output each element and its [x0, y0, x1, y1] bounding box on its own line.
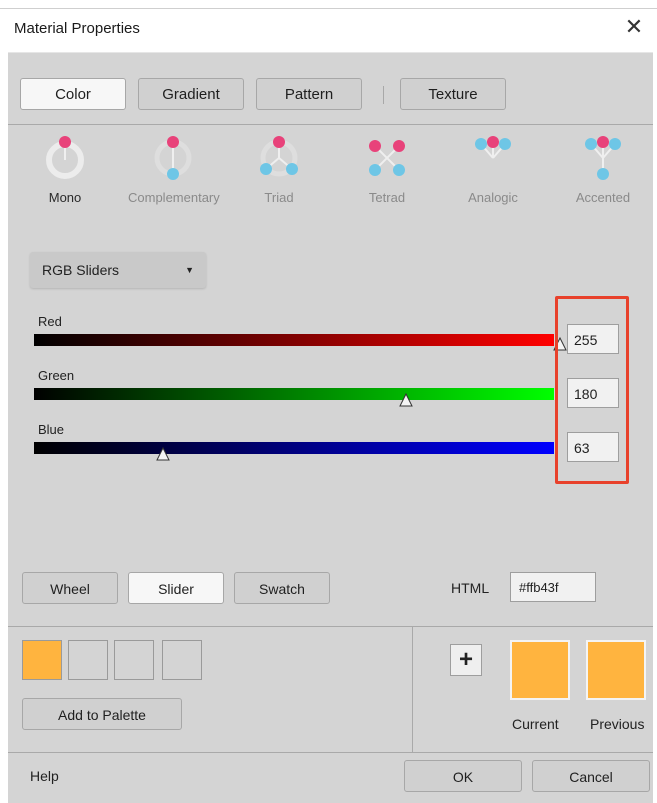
blue-slider-track[interactable]	[34, 442, 554, 454]
swatch-button[interactable]: Swatch	[234, 572, 330, 604]
html-color-field[interactable]: #ffb43f	[510, 572, 596, 602]
divider	[8, 52, 653, 53]
tab-color[interactable]: Color	[20, 78, 126, 110]
palette-swatch-empty[interactable]	[68, 640, 108, 680]
close-icon[interactable]: ✕	[621, 14, 647, 40]
dropdown-value: RGB Sliders	[42, 262, 120, 278]
divider	[8, 626, 653, 627]
harmony-complementary[interactable]: Complementary	[128, 132, 220, 222]
palette-swatch-empty[interactable]	[162, 640, 202, 680]
color-mode-dropdown[interactable]: RGB Sliders ▼	[30, 252, 206, 288]
tab-separator	[383, 86, 384, 104]
tab-gradient[interactable]: Gradient	[138, 78, 244, 110]
mono-harmony-icon	[46, 136, 84, 179]
cancel-button[interactable]: Cancel	[532, 760, 650, 792]
current-color-swatch	[510, 640, 570, 700]
add-icon[interactable]: +	[450, 644, 482, 676]
help-link[interactable]: Help	[30, 768, 59, 784]
green-slider-thumb[interactable]	[398, 392, 414, 410]
previous-label: Previous	[590, 716, 645, 732]
palette-swatch[interactable]	[22, 640, 62, 680]
harmony-label: Accented	[575, 190, 631, 205]
harmony-analogic[interactable]: Analogic	[448, 132, 538, 222]
complementary-harmony-icon	[154, 136, 192, 180]
harmony-tetrad[interactable]: Tetrad	[342, 132, 432, 222]
harmony-label: Analogic	[468, 190, 518, 205]
analogic-harmony-icon	[475, 136, 511, 159]
wheel-button[interactable]: Wheel	[22, 572, 118, 604]
dialog-title: Material Properties	[14, 20, 140, 37]
triad-harmony-icon	[260, 136, 298, 177]
palette-swatch-empty[interactable]	[114, 640, 154, 680]
slider-button[interactable]: Slider	[128, 572, 224, 604]
red-slider-track[interactable]	[34, 334, 554, 346]
divider	[8, 752, 653, 753]
previous-color-swatch[interactable]	[586, 640, 646, 700]
blue-label: Blue	[38, 422, 65, 437]
green-slider-track[interactable]	[34, 388, 554, 400]
green-label: Green	[38, 368, 75, 383]
harmony-triad[interactable]: Triad	[234, 132, 324, 222]
divider-vertical	[412, 626, 413, 752]
harmony-label: Triad	[264, 190, 294, 205]
chevron-down-icon: ▼	[185, 265, 194, 275]
add-to-palette-button[interactable]: Add to Palette	[22, 698, 182, 730]
accented-harmony-icon	[585, 136, 621, 180]
harmony-label: Complementary	[128, 190, 220, 205]
ok-button[interactable]: OK	[404, 760, 522, 792]
current-label: Current	[512, 716, 559, 732]
divider	[8, 124, 653, 125]
harmony-label: Tetrad	[368, 190, 406, 205]
harmony-mono[interactable]: Mono	[20, 132, 110, 222]
tetrad-harmony-icon	[369, 140, 405, 176]
harmony-label: Mono	[48, 190, 82, 205]
red-label: Red	[38, 314, 62, 329]
html-label: HTML	[451, 580, 490, 596]
tab-pattern[interactable]: Pattern	[256, 78, 362, 110]
harmony-accented[interactable]: Accented	[558, 132, 648, 222]
blue-slider-thumb[interactable]	[155, 446, 171, 464]
tab-texture[interactable]: Texture	[400, 78, 506, 110]
highlight-annotation	[555, 296, 629, 484]
